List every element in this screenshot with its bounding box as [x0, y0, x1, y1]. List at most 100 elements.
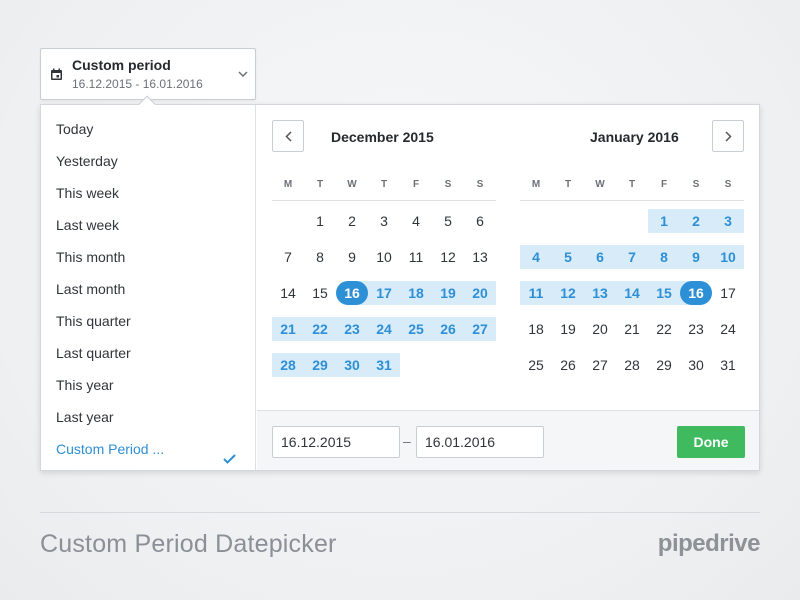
day-cell[interactable]: 23: [336, 317, 368, 341]
day-cell[interactable]: 10: [368, 245, 400, 269]
day-cell[interactable]: 6: [584, 245, 616, 269]
day-cell[interactable]: 15: [648, 281, 680, 305]
weekday-label: T: [316, 179, 324, 190]
day-cell[interactable]: 5: [432, 209, 464, 233]
range-separator: –: [403, 433, 411, 449]
day-cell[interactable]: 16: [336, 281, 368, 305]
day-cell[interactable]: 14: [616, 281, 648, 305]
day-cell[interactable]: 9: [336, 245, 368, 269]
datepicker-footer: – Done: [257, 410, 759, 470]
day-cell[interactable]: 27: [584, 353, 616, 377]
day-cell[interactable]: 11: [520, 281, 552, 305]
day-cell[interactable]: 15: [304, 281, 336, 305]
day-cell[interactable]: 22: [648, 317, 680, 341]
preset-label: Today: [56, 121, 94, 137]
day-cell[interactable]: 30: [336, 353, 368, 377]
day-cell[interactable]: 20: [584, 317, 616, 341]
day-cell[interactable]: 8: [304, 245, 336, 269]
preset-label: Last month: [56, 281, 126, 297]
preset-item[interactable]: Custom Period ...: [41, 433, 255, 465]
day-cell[interactable]: 31: [368, 353, 400, 377]
day-cell[interactable]: 26: [432, 317, 464, 341]
day-cell[interactable]: 21: [616, 317, 648, 341]
day-cell[interactable]: 8: [648, 245, 680, 269]
period-dropdown-trigger[interactable]: Custom period 16.12.2015 - 16.01.2016: [40, 48, 256, 100]
month-title: January 2016: [590, 129, 679, 145]
preset-item[interactable]: This week: [41, 177, 255, 209]
preset-item[interactable]: Today: [41, 113, 255, 145]
weekday-label: T: [380, 179, 388, 190]
day-cell[interactable]: 3: [712, 209, 744, 233]
day-cell[interactable]: 27: [464, 317, 496, 341]
day-cell[interactable]: 5: [552, 245, 584, 269]
day-cell[interactable]: 3: [368, 209, 400, 233]
preset-item[interactable]: This month: [41, 241, 255, 273]
from-date-input[interactable]: [272, 426, 400, 458]
weekday-label: S: [692, 179, 700, 190]
day-cell[interactable]: 16: [680, 281, 712, 305]
day-cell[interactable]: 22: [304, 317, 336, 341]
weekday-header: MTWTFSS: [272, 169, 496, 201]
day-cell[interactable]: 21: [272, 317, 304, 341]
day-cell[interactable]: 20: [464, 281, 496, 305]
day-cell[interactable]: 4: [400, 209, 432, 233]
day-cell[interactable]: 11: [400, 245, 432, 269]
day-cell[interactable]: 18: [520, 317, 552, 341]
preset-item[interactable]: Last week: [41, 209, 255, 241]
day-cell[interactable]: 12: [552, 281, 584, 305]
day-cell[interactable]: 23: [680, 317, 712, 341]
day-cell[interactable]: 29: [304, 353, 336, 377]
day-cell[interactable]: 1: [304, 209, 336, 233]
preset-item[interactable]: Last quarter: [41, 337, 255, 369]
day-cell[interactable]: 7: [616, 245, 648, 269]
day-cell[interactable]: 19: [552, 317, 584, 341]
month-title: December 2015: [331, 129, 434, 145]
preset-item[interactable]: Last month: [41, 273, 255, 305]
weekday-label: M: [531, 179, 541, 190]
preset-label: Yesterday: [56, 153, 118, 169]
day-cell[interactable]: 10: [712, 245, 744, 269]
day-cell[interactable]: 17: [368, 281, 400, 305]
day-cell[interactable]: 2: [336, 209, 368, 233]
weekday-label: T: [564, 179, 572, 190]
day-cell[interactable]: 31: [712, 353, 744, 377]
day-cell[interactable]: 13: [464, 245, 496, 269]
next-month-button[interactable]: [712, 120, 744, 152]
day-cell[interactable]: 28: [272, 353, 304, 377]
preset-item[interactable]: This quarter: [41, 305, 255, 337]
day-cell[interactable]: 18: [400, 281, 432, 305]
weekday-header: MTWTFSS: [520, 169, 744, 201]
weekday-label: W: [595, 179, 605, 190]
day-cell[interactable]: 1: [648, 209, 680, 233]
preset-item[interactable]: Last year: [41, 401, 255, 433]
day-cell[interactable]: 13: [584, 281, 616, 305]
day-cell[interactable]: 24: [712, 317, 744, 341]
day-cell[interactable]: 24: [368, 317, 400, 341]
preset-label: Last year: [56, 409, 114, 425]
day-cell[interactable]: 26: [552, 353, 584, 377]
to-date-input[interactable]: [416, 426, 544, 458]
day-cell[interactable]: 6: [464, 209, 496, 233]
day-cell[interactable]: 30: [680, 353, 712, 377]
day-cell[interactable]: 2: [680, 209, 712, 233]
period-range: 16.12.2015 - 16.01.2016: [72, 77, 203, 91]
calendars: December 2015 MTWTFSS 1 2 3 4 5 6 7 8 9 10 11 12 13 1…: [257, 105, 759, 410]
previous-month-button[interactable]: [272, 120, 304, 152]
day-cell[interactable]: 12: [432, 245, 464, 269]
day-cell[interactable]: 19: [432, 281, 464, 305]
preset-item[interactable]: Yesterday: [41, 145, 255, 177]
day-cell[interactable]: 25: [400, 317, 432, 341]
weekday-label: W: [347, 179, 357, 190]
day-cell[interactable]: 4: [520, 245, 552, 269]
done-button[interactable]: Done: [677, 426, 745, 458]
day-cell[interactable]: 9: [680, 245, 712, 269]
day-cell[interactable]: 17: [712, 281, 744, 305]
period-title: Custom period: [72, 57, 171, 73]
day-cell[interactable]: 7: [272, 245, 304, 269]
day-cell[interactable]: 14: [272, 281, 304, 305]
preset-label: This month: [56, 249, 126, 265]
day-cell[interactable]: 29: [648, 353, 680, 377]
day-cell[interactable]: 28: [616, 353, 648, 377]
preset-item[interactable]: This year: [41, 369, 255, 401]
day-cell[interactable]: 25: [520, 353, 552, 377]
